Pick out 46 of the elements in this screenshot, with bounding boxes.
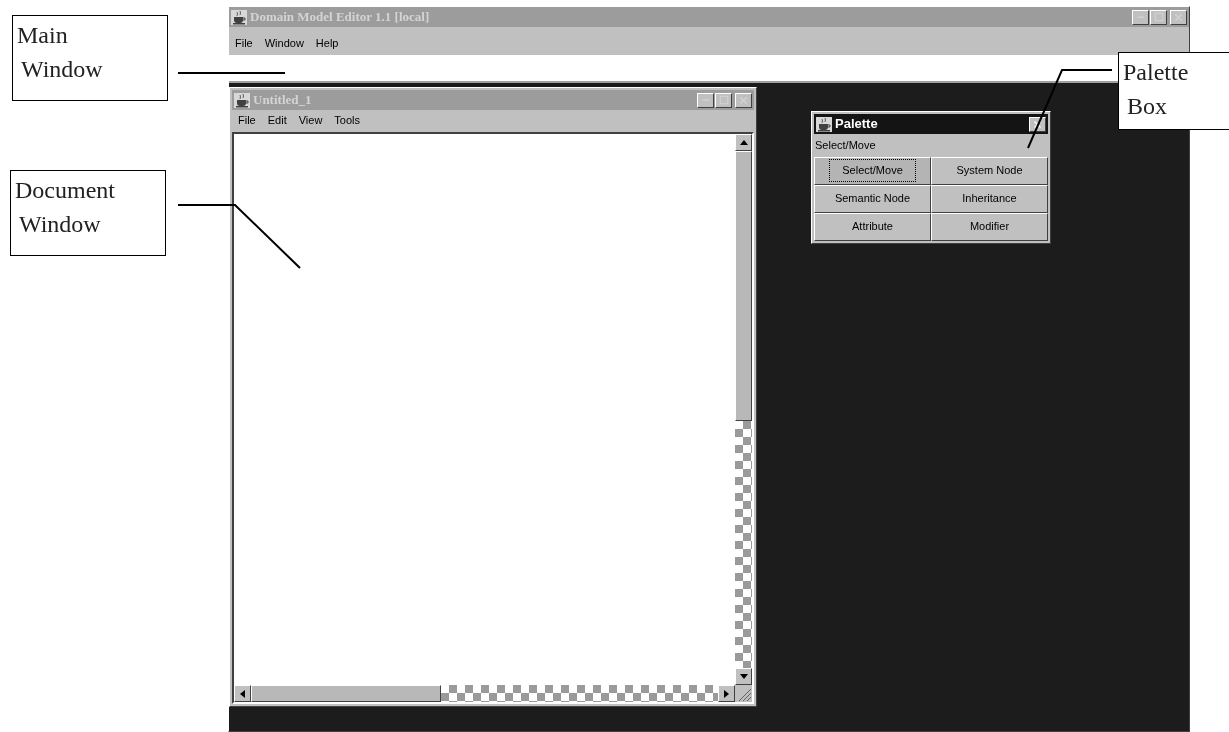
tool-button[interactable]: Select/Move: [814, 156, 931, 185]
tool-button[interactable]: Modifier: [931, 212, 1048, 241]
maximize-icon: [1153, 12, 1164, 22]
right-arrow-icon: [724, 689, 729, 698]
left-arrow-icon: [240, 689, 245, 698]
window-title: Untitled_1: [253, 91, 312, 110]
coffee-cup-icon: [816, 116, 832, 132]
menu-item[interactable]: File: [238, 111, 256, 129]
tool-button[interactable]: Attribute: [814, 212, 931, 241]
menu-item[interactable]: Edit: [267, 111, 287, 129]
coffee-cup-icon: [231, 9, 247, 25]
current-tool-label: Select/Move: [814, 138, 877, 153]
scroll-thumb[interactable]: [251, 685, 441, 702]
tool-button[interactable]: System Node: [931, 156, 1048, 185]
window-title: Domain Model Editor 1.1 [local]: [250, 8, 430, 27]
minimize-button[interactable]: [697, 92, 714, 108]
tool-button[interactable]: Inheritance: [931, 184, 1048, 213]
tool-button[interactable]: Semantic Node: [814, 184, 931, 213]
window-title: Palette: [835, 115, 878, 134]
minimize-button[interactable]: [1132, 9, 1149, 25]
menu-item[interactable]: Help: [315, 34, 339, 52]
close-button[interactable]: [1170, 9, 1187, 25]
maximize-icon: [718, 95, 729, 105]
callout-label: Document Window: [10, 170, 166, 256]
maximize-button[interactable]: [715, 92, 732, 108]
callout-label: Main Window: [12, 15, 168, 101]
close-icon: [1032, 118, 1043, 130]
horizontal-scrollbar[interactable]: [234, 685, 735, 702]
scroll-right-button[interactable]: [718, 685, 735, 702]
scroll-left-button[interactable]: [234, 685, 251, 702]
vertical-scrollbar[interactable]: [735, 134, 752, 685]
close-icon: [738, 94, 749, 106]
maximize-button[interactable]: [1150, 9, 1167, 25]
close-icon: [1173, 11, 1184, 23]
menu-item[interactable]: View: [298, 111, 323, 129]
scroll-thumb[interactable]: [735, 151, 752, 421]
close-button[interactable]: [735, 92, 752, 108]
callout-label: Palette Box: [1118, 52, 1229, 130]
menu-item[interactable]: Tools: [334, 111, 361, 129]
scroll-up-button[interactable]: [735, 134, 752, 151]
up-arrow-icon: [739, 140, 748, 145]
scroll-down-button[interactable]: [735, 668, 752, 685]
down-arrow-icon: [739, 674, 748, 679]
coffee-cup-icon: [234, 92, 250, 108]
menu-item[interactable]: File: [235, 34, 253, 52]
menu-item[interactable]: Window: [264, 34, 304, 52]
